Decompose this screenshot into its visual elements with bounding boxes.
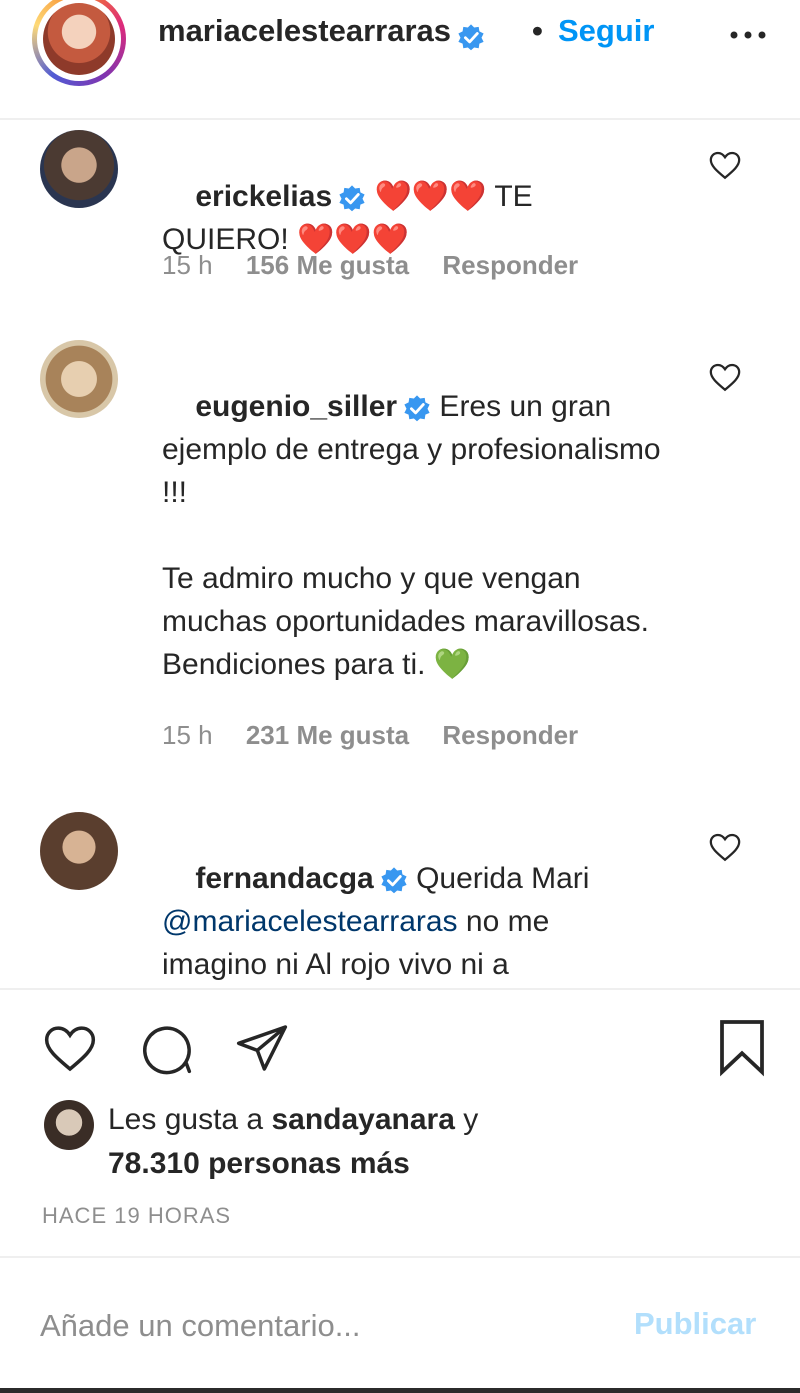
commenter-username[interactable]: eugenio_siller	[195, 390, 397, 423]
author-username[interactable]: mariacelestearraras	[158, 13, 451, 48]
comment-bubble-icon[interactable]	[136, 1020, 196, 1076]
comment-item: fernandacga Querida Mari @mariacelestear…	[0, 810, 800, 988]
like-heart-icon[interactable]	[40, 1020, 100, 1076]
comment-input[interactable]	[40, 1300, 600, 1352]
liker-username[interactable]: sandayanara	[271, 1103, 454, 1136]
mention-link[interactable]: @mariacelestearraras	[162, 905, 458, 938]
share-send-icon[interactable]	[232, 1020, 292, 1076]
comment-meta: 15 h 231 Me gusta Responder	[162, 720, 604, 751]
like-comment-heart-icon[interactable]	[708, 148, 742, 182]
commenter-avatar[interactable]	[40, 812, 118, 890]
save-bookmark-icon[interactable]	[712, 1016, 772, 1078]
comment-likes[interactable]: 156 Me gusta	[246, 250, 409, 280]
comment-time: 15 h	[162, 720, 213, 750]
commenter-username[interactable]: fernandacga	[195, 862, 373, 895]
like-comment-heart-icon[interactable]	[708, 360, 742, 394]
post-header: mariacelestearraras • Seguir	[0, 0, 800, 120]
window-bottom-edge	[0, 1388, 800, 1393]
post-timestamp[interactable]: HACE 19 HORAS	[42, 1203, 231, 1229]
commenter-username[interactable]: erickelias	[195, 180, 332, 213]
follow-button[interactable]: Seguir	[558, 13, 654, 49]
commenter-avatar[interactable]	[40, 130, 118, 208]
reply-button[interactable]: Responder	[442, 250, 578, 280]
like-comment-heart-icon[interactable]	[708, 830, 742, 864]
liker-avatar[interactable]	[44, 1100, 94, 1150]
commenter-avatar[interactable]	[40, 340, 118, 418]
comment-text: Eres un gran ejemplo de entrega y profes…	[162, 390, 661, 681]
verified-badge-icon	[458, 24, 484, 51]
comment-meta: 15 h 156 Me gusta Responder	[162, 250, 604, 281]
publish-button[interactable]: Publicar	[634, 1306, 756, 1342]
comment-text: Querida Mari	[407, 862, 598, 895]
author-avatar[interactable]	[32, 0, 126, 86]
comment-likes[interactable]: 231 Me gusta	[246, 720, 409, 750]
verified-badge-icon	[381, 867, 407, 894]
more-options-icon[interactable]	[728, 20, 768, 50]
likes-summary[interactable]: Les gusta a sandayanara y 78.310 persona…	[108, 1098, 478, 1186]
verified-badge-icon	[339, 185, 365, 212]
verified-badge-icon	[404, 395, 430, 422]
separator-dot: •	[532, 13, 543, 48]
comment-time: 15 h	[162, 250, 213, 280]
reply-button[interactable]: Responder	[442, 720, 578, 750]
author-avatar-image	[43, 3, 115, 75]
likes-count[interactable]: 78.310 personas más	[108, 1147, 410, 1180]
